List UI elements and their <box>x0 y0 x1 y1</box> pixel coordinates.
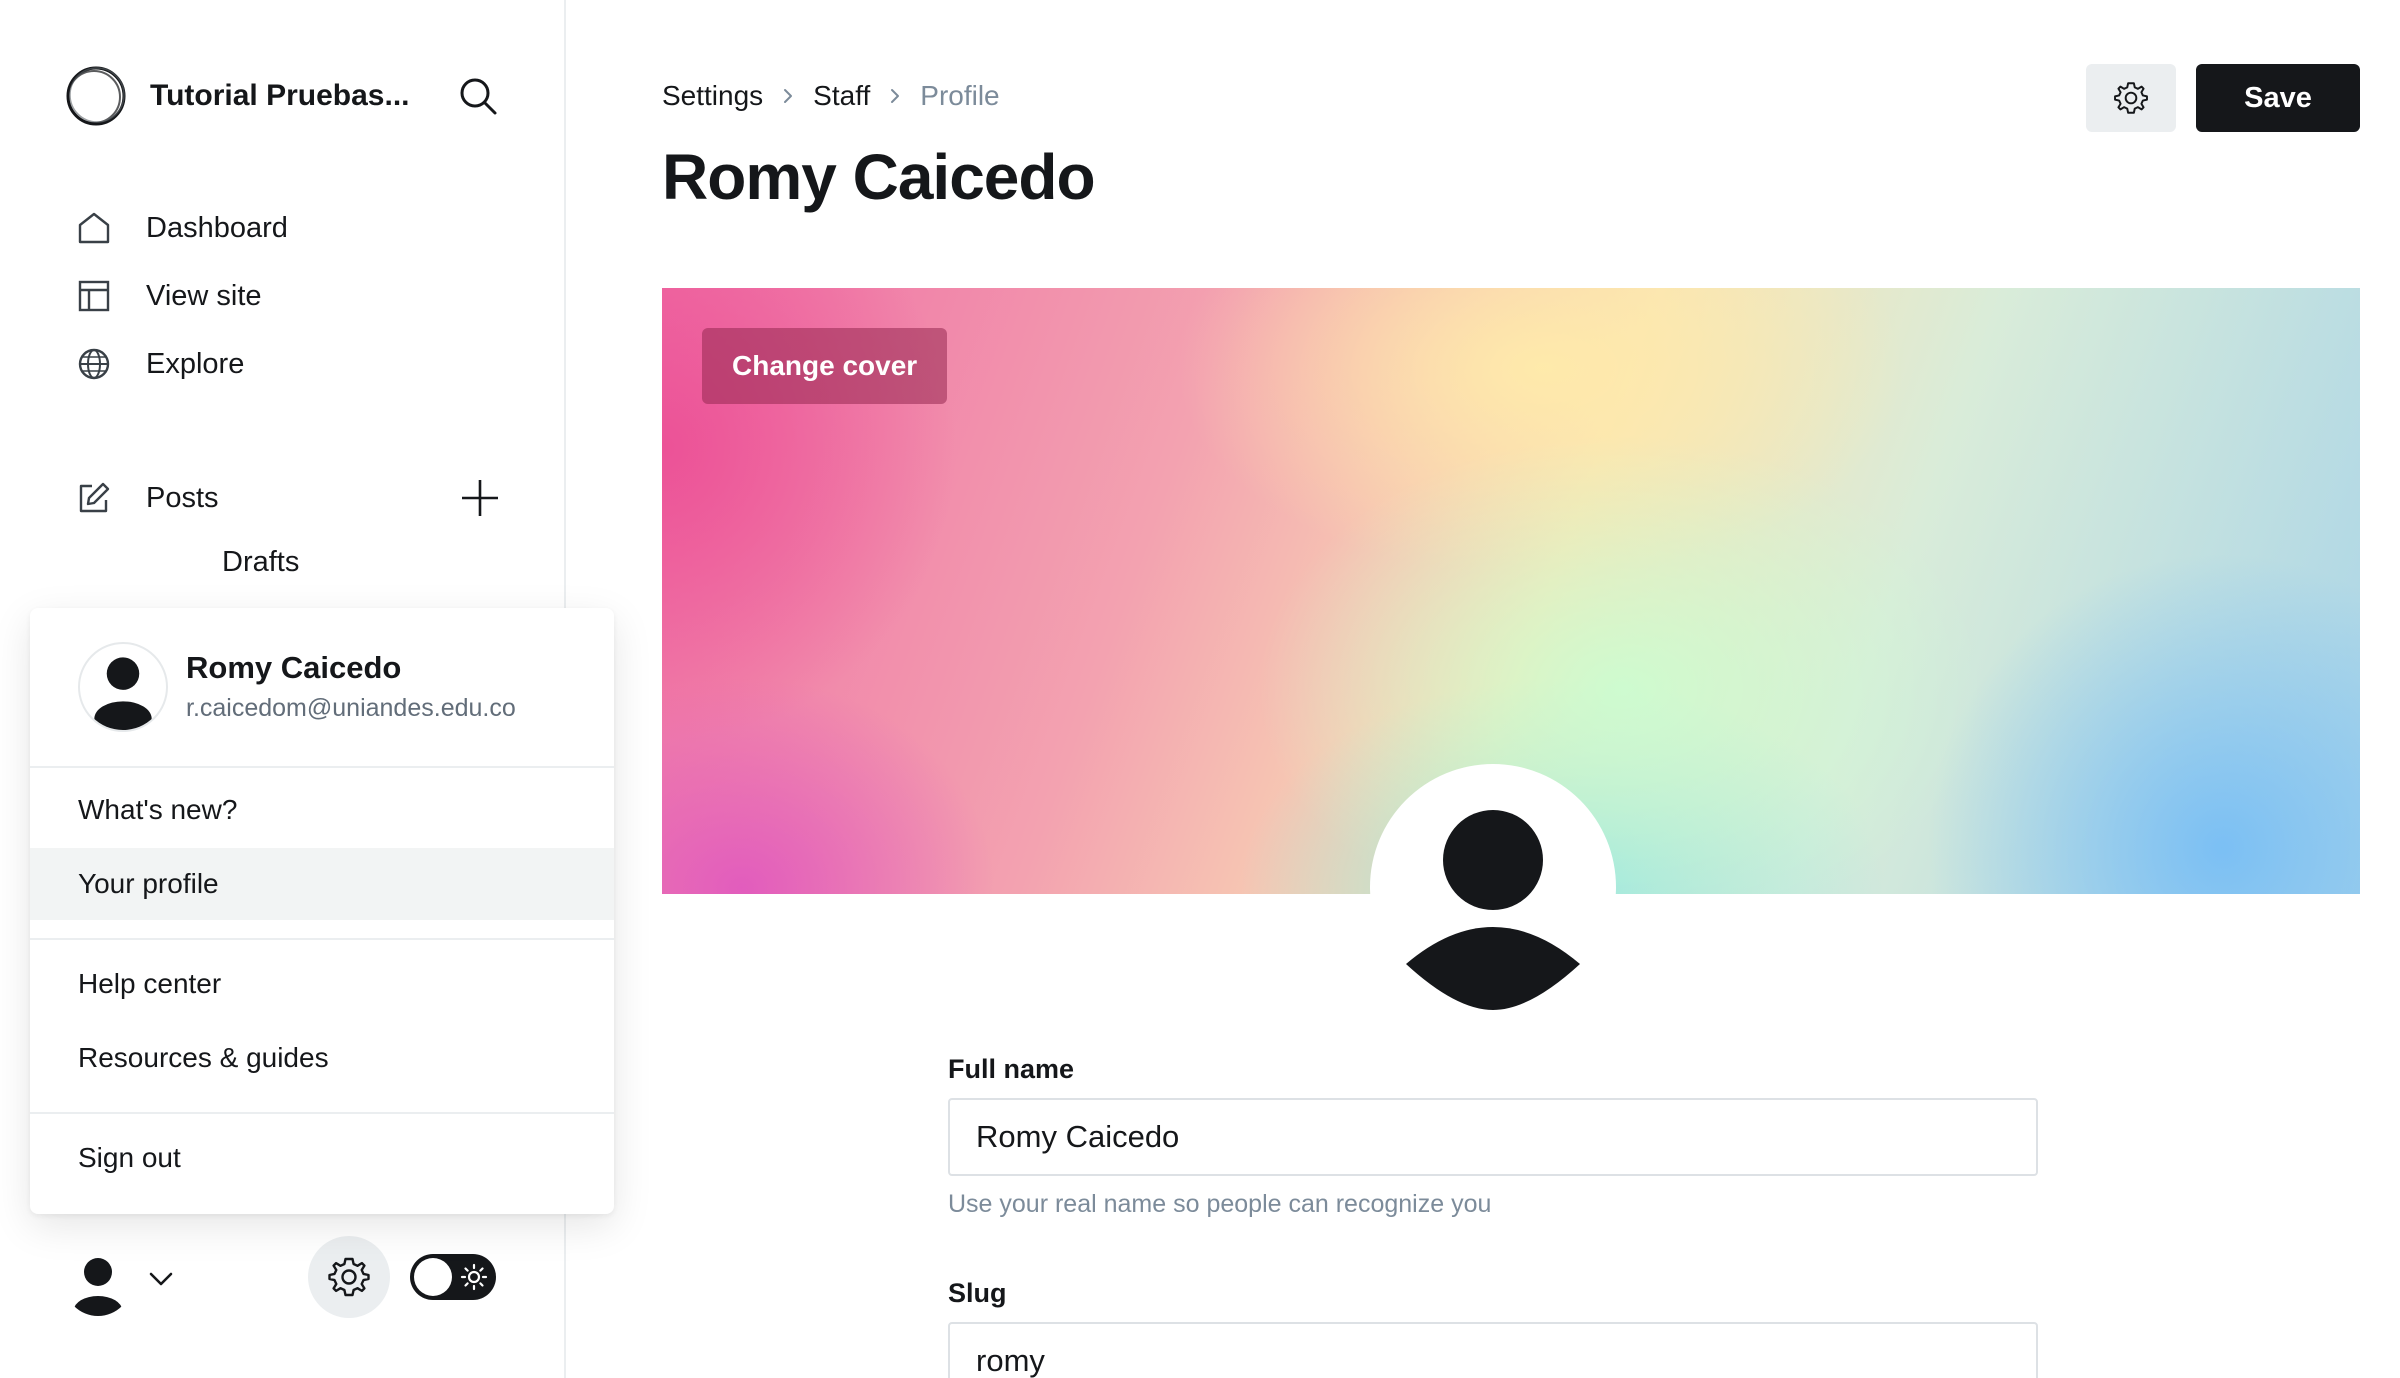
sidebar-item-label: Explore <box>146 347 245 380</box>
menu-divider <box>30 1112 614 1114</box>
sidebar-item-posts[interactable]: Posts <box>76 472 219 524</box>
layout-icon <box>78 280 110 312</box>
avatar-icon <box>74 1258 122 1316</box>
user-name: Romy Caicedo <box>186 650 402 685</box>
sidebar-item-drafts[interactable]: Drafts <box>222 546 299 579</box>
toggle-knob <box>414 1258 452 1296</box>
slug-label: Slug <box>948 1278 1007 1308</box>
sidebar-item-label: Posts <box>146 481 219 514</box>
save-button[interactable]: Save <box>2196 64 2360 132</box>
profile-picture[interactable] <box>1370 764 1616 1010</box>
sidebar-item-label: View site <box>146 279 262 312</box>
breadcrumb-staff[interactable]: Staff <box>813 80 870 112</box>
main-content: Settings Staff Profile Romy Caicedo Save… <box>568 0 2400 1378</box>
gear-icon <box>328 1257 370 1297</box>
full-name-hint: Use your real name so people can recogni… <box>948 1190 1492 1218</box>
menu-item-help-center[interactable]: Help center <box>30 948 614 1020</box>
user-avatar-button[interactable] <box>64 1248 132 1316</box>
gear-icon <box>2114 82 2148 114</box>
slug-field[interactable]: romy <box>948 1322 2038 1378</box>
settings-button[interactable] <box>308 1236 390 1318</box>
ghost-logo-icon <box>66 66 126 126</box>
globe-icon <box>78 348 110 380</box>
sidebar-item-label: Dashboard <box>146 211 288 244</box>
avatar <box>78 642 168 732</box>
plus-icon[interactable] <box>460 478 500 518</box>
breadcrumb-settings[interactable]: Settings <box>662 80 763 112</box>
avatar-icon <box>1406 810 1580 1010</box>
user-actions-button[interactable] <box>2086 64 2176 132</box>
home-icon <box>78 212 110 244</box>
avatar-icon <box>94 657 152 730</box>
change-cover-button[interactable]: Change cover <box>702 328 948 404</box>
breadcrumb: Settings Staff Profile <box>662 80 1000 112</box>
search-icon[interactable] <box>458 76 498 116</box>
full-name-label: Full name <box>948 1054 1075 1084</box>
page-title: Romy Caicedo <box>662 141 1096 213</box>
menu-item-whats-new[interactable]: What's new? <box>30 774 614 846</box>
menu-item-resources[interactable]: Resources & guides <box>30 1022 614 1094</box>
user-menu: Romy Caicedo r.caicedom@uniandes.edu.co … <box>30 608 614 1214</box>
menu-item-your-profile[interactable]: Your profile <box>30 848 614 920</box>
breadcrumb-profile: Profile <box>920 80 1000 111</box>
user-email: r.caicedom@uniandes.edu.co <box>186 694 516 722</box>
sun-icon <box>460 1263 488 1291</box>
chevron-right-icon <box>891 89 900 103</box>
site-title: Tutorial Pruebas... <box>150 79 410 112</box>
menu-item-sign-out[interactable]: Sign out <box>30 1122 614 1194</box>
sidebar-item-view-site[interactable]: View site <box>76 270 262 322</box>
chevron-down-icon[interactable] <box>146 1264 176 1294</box>
sidebar-item-explore[interactable]: Explore <box>76 338 244 390</box>
edit-icon <box>79 482 110 513</box>
user-menu-header: Romy Caicedo r.caicedom@uniandes.edu.co <box>30 608 614 768</box>
menu-divider <box>30 938 614 940</box>
sidebar-item-dashboard[interactable]: Dashboard <box>76 202 288 254</box>
app-window: Tutorial Pruebas... Dashboard View site <box>0 0 2400 1378</box>
site-brand[interactable]: Tutorial Pruebas... <box>64 64 418 128</box>
full-name-field[interactable]: Romy Caicedo <box>948 1098 2038 1176</box>
theme-toggle[interactable] <box>410 1254 496 1300</box>
chevron-right-icon <box>784 89 793 103</box>
